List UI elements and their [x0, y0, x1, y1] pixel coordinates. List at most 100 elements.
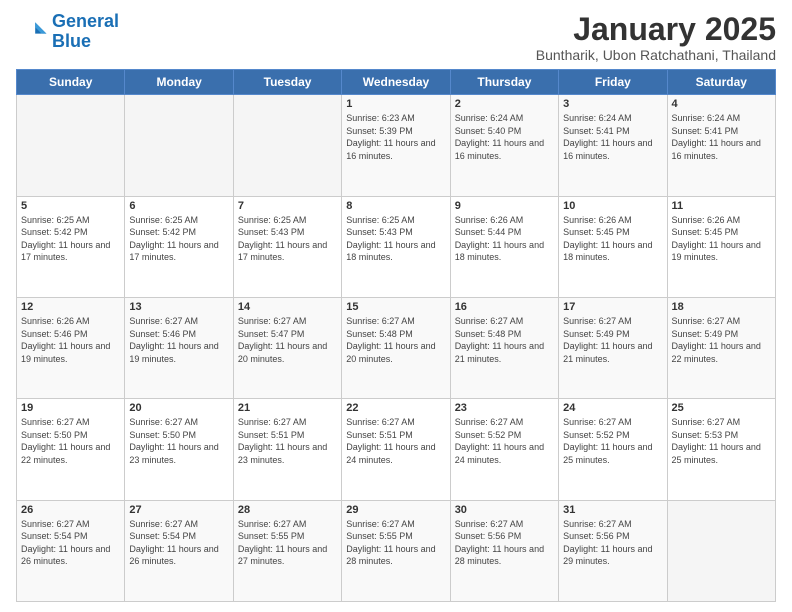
- day-info: Sunrise: 6:27 AMSunset: 5:46 PMDaylight:…: [129, 315, 228, 365]
- day-number: 20: [129, 402, 228, 414]
- col-saturday: Saturday: [667, 70, 775, 95]
- table-row: [233, 95, 341, 196]
- day-info: Sunrise: 6:27 AMSunset: 5:48 PMDaylight:…: [455, 315, 554, 365]
- col-thursday: Thursday: [450, 70, 558, 95]
- day-info: Sunrise: 6:27 AMSunset: 5:51 PMDaylight:…: [238, 416, 337, 466]
- table-row: 23Sunrise: 6:27 AMSunset: 5:52 PMDayligh…: [450, 399, 558, 500]
- day-info: Sunrise: 6:25 AMSunset: 5:42 PMDaylight:…: [21, 214, 120, 264]
- day-info: Sunrise: 6:27 AMSunset: 5:51 PMDaylight:…: [346, 416, 445, 466]
- logo-line1: General: [52, 11, 119, 31]
- table-row: [17, 95, 125, 196]
- logo-icon: [16, 16, 48, 48]
- day-number: 29: [346, 504, 445, 516]
- day-info: Sunrise: 6:27 AMSunset: 5:50 PMDaylight:…: [129, 416, 228, 466]
- table-row: 11Sunrise: 6:26 AMSunset: 5:45 PMDayligh…: [667, 196, 775, 297]
- day-info: Sunrise: 6:27 AMSunset: 5:52 PMDaylight:…: [455, 416, 554, 466]
- day-number: 13: [129, 301, 228, 313]
- day-number: 3: [563, 98, 662, 110]
- table-row: 31 Sunrise: 6:27 AMSunset: 5:56 PMDayligh…: [559, 500, 667, 601]
- page: General Blue January 2025 Buntharik, Ubo…: [0, 0, 792, 612]
- table-row: 19 Sunrise: 6:27 AMSunset: 5:50 PMDayligh…: [17, 399, 125, 500]
- day-number: 24: [563, 402, 662, 414]
- table-row: 20 Sunrise: 6:27 AMSunset: 5:50 PMDayligh…: [125, 399, 233, 500]
- day-number: 1: [346, 98, 445, 110]
- day-info: Sunrise: 6:26 AMSunset: 5:44 PMDaylight:…: [455, 214, 554, 264]
- day-info: Sunrise: 6:27 AMSunset: 5:55 PMDaylight:…: [238, 518, 337, 568]
- table-row: 1 Sunrise: 6:23 AMSunset: 5:39 PMDaylight…: [342, 95, 450, 196]
- day-info: Sunrise: 6:27 AMSunset: 5:52 PMDaylight:…: [563, 416, 662, 466]
- table-row: 12Sunrise: 6:26 AMSunset: 5:46 PMDayligh…: [17, 297, 125, 398]
- day-number: 4: [672, 98, 771, 110]
- table-row: 6 Sunrise: 6:25 AMSunset: 5:42 PMDaylight…: [125, 196, 233, 297]
- month-title: January 2025: [536, 12, 776, 47]
- table-row: 29 Sunrise: 6:27 AMSunset: 5:55 PMDayligh…: [342, 500, 450, 601]
- day-number: 17: [563, 301, 662, 313]
- day-number: 11: [672, 200, 771, 212]
- table-row: 16Sunrise: 6:27 AMSunset: 5:48 PMDayligh…: [450, 297, 558, 398]
- day-number: 2: [455, 98, 554, 110]
- day-number: 9: [455, 200, 554, 212]
- table-row: 8 Sunrise: 6:25 AMSunset: 5:43 PMDaylight…: [342, 196, 450, 297]
- day-info: Sunrise: 6:25 AMSunset: 5:43 PMDaylight:…: [346, 214, 445, 264]
- day-number: 15: [346, 301, 445, 313]
- calendar-week-row: 12Sunrise: 6:26 AMSunset: 5:46 PMDayligh…: [17, 297, 776, 398]
- day-number: 18: [672, 301, 771, 313]
- day-number: 30: [455, 504, 554, 516]
- day-number: 5: [21, 200, 120, 212]
- table-row: 7 Sunrise: 6:25 AMSunset: 5:43 PMDaylight…: [233, 196, 341, 297]
- calendar-table: Sunday Monday Tuesday Wednesday Thursday…: [16, 69, 776, 602]
- day-info: Sunrise: 6:27 AMSunset: 5:50 PMDaylight:…: [21, 416, 120, 466]
- table-row: [125, 95, 233, 196]
- day-info: Sunrise: 6:25 AMSunset: 5:42 PMDaylight:…: [129, 214, 228, 264]
- col-wednesday: Wednesday: [342, 70, 450, 95]
- table-row: 3 Sunrise: 6:24 AMSunset: 5:41 PMDaylight…: [559, 95, 667, 196]
- col-friday: Friday: [559, 70, 667, 95]
- day-number: 6: [129, 200, 228, 212]
- day-info: Sunrise: 6:25 AMSunset: 5:43 PMDaylight:…: [238, 214, 337, 264]
- table-row: 2 Sunrise: 6:24 AMSunset: 5:40 PMDaylight…: [450, 95, 558, 196]
- day-info: Sunrise: 6:27 AMSunset: 5:54 PMDaylight:…: [129, 518, 228, 568]
- day-number: 22: [346, 402, 445, 414]
- day-number: 8: [346, 200, 445, 212]
- table-row: 28Sunrise: 6:27 AMSunset: 5:55 PMDayligh…: [233, 500, 341, 601]
- day-number: 26: [21, 504, 120, 516]
- day-number: 10: [563, 200, 662, 212]
- logo-text: General Blue: [52, 12, 119, 52]
- day-info: Sunrise: 6:24 AMSunset: 5:40 PMDaylight:…: [455, 112, 554, 162]
- calendar-week-row: 26 Sunrise: 6:27 AMSunset: 5:54 PMDayligh…: [17, 500, 776, 601]
- col-monday: Monday: [125, 70, 233, 95]
- table-row: 13 Sunrise: 6:27 AMSunset: 5:46 PMDayligh…: [125, 297, 233, 398]
- day-number: 19: [21, 402, 120, 414]
- logo-line2: Blue: [52, 31, 91, 51]
- table-row: 30 Sunrise: 6:27 AMSunset: 5:56 PMDayligh…: [450, 500, 558, 601]
- table-row: 26 Sunrise: 6:27 AMSunset: 5:54 PMDayligh…: [17, 500, 125, 601]
- calendar-week-row: 5 Sunrise: 6:25 AMSunset: 5:42 PMDaylight…: [17, 196, 776, 297]
- logo: General Blue: [16, 12, 119, 52]
- day-info: Sunrise: 6:27 AMSunset: 5:55 PMDaylight:…: [346, 518, 445, 568]
- day-info: Sunrise: 6:23 AMSunset: 5:39 PMDaylight:…: [346, 112, 445, 162]
- day-info: Sunrise: 6:27 AMSunset: 5:48 PMDaylight:…: [346, 315, 445, 365]
- day-number: 31: [563, 504, 662, 516]
- day-info: Sunrise: 6:27 AMSunset: 5:56 PMDaylight:…: [455, 518, 554, 568]
- table-row: [667, 500, 775, 601]
- day-number: 21: [238, 402, 337, 414]
- title-block: January 2025 Buntharik, Ubon Ratchathani…: [536, 12, 776, 63]
- day-info: Sunrise: 6:26 AMSunset: 5:46 PMDaylight:…: [21, 315, 120, 365]
- day-info: Sunrise: 6:27 AMSunset: 5:49 PMDaylight:…: [563, 315, 662, 365]
- subtitle: Buntharik, Ubon Ratchathani, Thailand: [536, 47, 776, 63]
- day-info: Sunrise: 6:27 AMSunset: 5:47 PMDaylight:…: [238, 315, 337, 365]
- header: General Blue January 2025 Buntharik, Ubo…: [16, 12, 776, 63]
- day-number: 25: [672, 402, 771, 414]
- day-info: Sunrise: 6:24 AMSunset: 5:41 PMDaylight:…: [563, 112, 662, 162]
- day-info: Sunrise: 6:27 AMSunset: 5:54 PMDaylight:…: [21, 518, 120, 568]
- table-row: 24 Sunrise: 6:27 AMSunset: 5:52 PMDayligh…: [559, 399, 667, 500]
- day-info: Sunrise: 6:27 AMSunset: 5:56 PMDaylight:…: [563, 518, 662, 568]
- col-sunday: Sunday: [17, 70, 125, 95]
- day-number: 7: [238, 200, 337, 212]
- col-tuesday: Tuesday: [233, 70, 341, 95]
- table-row: 17 Sunrise: 6:27 AMSunset: 5:49 PMDayligh…: [559, 297, 667, 398]
- table-row: 9 Sunrise: 6:26 AMSunset: 5:44 PMDaylight…: [450, 196, 558, 297]
- calendar-week-row: 1 Sunrise: 6:23 AMSunset: 5:39 PMDaylight…: [17, 95, 776, 196]
- table-row: 15 Sunrise: 6:27 AMSunset: 5:48 PMDayligh…: [342, 297, 450, 398]
- table-row: 27Sunrise: 6:27 AMSunset: 5:54 PMDayligh…: [125, 500, 233, 601]
